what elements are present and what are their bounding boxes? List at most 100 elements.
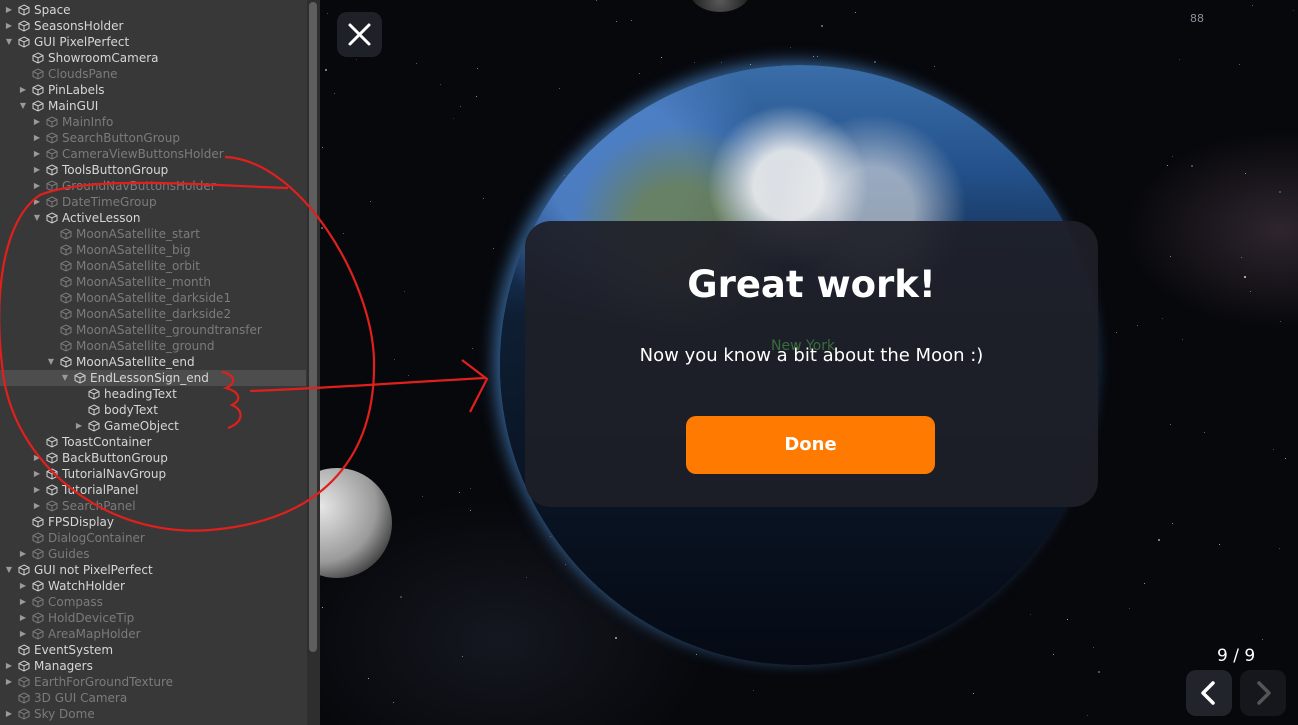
hierarchy-item[interactable]: MoonASatellite_orbit — [0, 258, 306, 274]
hierarchy-item[interactable]: bodyText — [0, 402, 306, 418]
expand-right-icon[interactable]: ▶ — [18, 626, 28, 642]
hierarchy-item[interactable]: ▶ MainInfo — [0, 114, 306, 130]
hierarchy-item[interactable]: ▼ MoonASatellite_end — [0, 354, 306, 370]
hierarchy-item[interactable]: ▼ EndLessonSign_end — [0, 370, 306, 386]
expand-right-icon[interactable]: ▶ — [74, 418, 84, 434]
star — [1285, 458, 1286, 459]
hierarchy-item[interactable]: ▼ GUI PixelPerfect — [0, 34, 306, 50]
expand-right-icon[interactable]: ▶ — [32, 114, 42, 130]
expand-down-icon[interactable]: ▼ — [32, 210, 42, 226]
star — [1245, 173, 1246, 174]
expand-right-icon[interactable]: ▶ — [32, 482, 42, 498]
hierarchy-scrollbar-thumb[interactable] — [309, 2, 317, 652]
hierarchy-item[interactable]: MoonASatellite_groundtransfer — [0, 322, 306, 338]
hierarchy-item[interactable]: MoonASatellite_month — [0, 274, 306, 290]
done-button[interactable]: Done — [686, 416, 935, 474]
expand-right-icon[interactable]: ▶ — [32, 450, 42, 466]
hierarchy-item-label: CloudsPane — [48, 67, 118, 81]
expand-right-icon[interactable]: ▶ — [4, 706, 14, 722]
hierarchy-item[interactable]: ▼ MainGUI — [0, 98, 306, 114]
hierarchy-item[interactable]: ▶ AreaMapHolder — [0, 626, 306, 642]
expand-right-icon[interactable]: ▶ — [18, 82, 28, 98]
hierarchy-item[interactable]: ▶ EarthForGroundTexture — [0, 674, 306, 690]
expand-down-icon[interactable]: ▼ — [60, 370, 70, 386]
gameobject-cube-icon — [46, 436, 58, 448]
star — [1191, 165, 1193, 167]
star — [334, 93, 335, 94]
expand-down-icon[interactable]: ▼ — [4, 34, 14, 50]
hierarchy-item[interactable]: ▶ Managers — [0, 658, 306, 674]
hierarchy-item[interactable]: ▼ ActiveLesson — [0, 210, 306, 226]
hierarchy-item[interactable]: ▶ Sky Dome — [0, 706, 306, 722]
gameobject-cube-icon — [32, 52, 44, 64]
star — [1030, 614, 1031, 615]
star — [1172, 523, 1173, 524]
expand-right-icon[interactable]: ▶ — [18, 546, 28, 562]
expand-right-icon[interactable]: ▶ — [4, 674, 14, 690]
star — [565, 564, 566, 565]
hierarchy-item[interactable]: ▶ CameraViewButtonsHolder — [0, 146, 306, 162]
hierarchy-item-label: FPSDisplay — [48, 515, 114, 529]
hierarchy-item[interactable]: ▶ TutorialPanel — [0, 482, 306, 498]
hierarchy-item[interactable]: EventSystem — [0, 642, 306, 658]
hierarchy-item[interactable]: ▶ DateTimeGroup — [0, 194, 306, 210]
gameobject-cube-icon — [32, 580, 44, 592]
hierarchy-item[interactable]: ShowroomCamera — [0, 50, 306, 66]
hierarchy-item[interactable]: 3D GUI Camera — [0, 690, 306, 706]
star — [1280, 321, 1281, 322]
hierarchy-item[interactable]: FPSDisplay — [0, 514, 306, 530]
moon-top-partial — [690, 0, 750, 12]
hierarchy-item[interactable]: MoonASatellite_big — [0, 242, 306, 258]
hierarchy-item[interactable]: ▶ SeasonsHolder — [0, 18, 306, 34]
expand-right-icon[interactable]: ▶ — [18, 594, 28, 610]
end-lesson-dialog: New York Great work! Now you know a bit … — [525, 221, 1098, 507]
hierarchy-item[interactable]: MoonASatellite_darkside2 — [0, 306, 306, 322]
star — [477, 68, 478, 69]
expand-right-icon[interactable]: ▶ — [4, 2, 14, 18]
hierarchy-item[interactable]: ▶ TutorialNavGroup — [0, 466, 306, 482]
hierarchy-item[interactable]: ▶ GroundNavButtonsHolder — [0, 178, 306, 194]
hierarchy-item[interactable]: ▶ Space — [0, 2, 306, 18]
star — [934, 66, 935, 67]
hierarchy-item[interactable]: headingText — [0, 386, 306, 402]
hierarchy-item-label: PinLabels — [48, 83, 105, 97]
expand-down-icon[interactable]: ▼ — [18, 98, 28, 114]
close-button[interactable] — [337, 12, 382, 57]
expand-right-icon[interactable]: ▶ — [32, 162, 42, 178]
gameobject-cube-icon — [18, 676, 30, 688]
hierarchy-item[interactable]: ▶ HoldDeviceTip — [0, 610, 306, 626]
expand-right-icon[interactable]: ▶ — [32, 194, 42, 210]
hierarchy-item[interactable]: ▼ GUI not PixelPerfect — [0, 562, 306, 578]
star — [474, 404, 475, 405]
hierarchy-item[interactable]: ▶ WatchHolder — [0, 578, 306, 594]
hierarchy-item[interactable]: MoonASatellite_ground — [0, 338, 306, 354]
expand-down-icon[interactable]: ▼ — [46, 354, 56, 370]
hierarchy-item[interactable]: MoonASatellite_start — [0, 226, 306, 242]
expand-right-icon[interactable]: ▶ — [32, 498, 42, 514]
hierarchy-item[interactable]: ToastContainer — [0, 434, 306, 450]
previous-button[interactable] — [1186, 670, 1232, 716]
expand-right-icon[interactable]: ▶ — [4, 18, 14, 34]
expand-right-icon[interactable]: ▶ — [32, 178, 42, 194]
hierarchy-item[interactable]: ▶ PinLabels — [0, 82, 306, 98]
hierarchy-item[interactable]: ▶ SearchButtonGroup — [0, 130, 306, 146]
expand-right-icon[interactable]: ▶ — [18, 578, 28, 594]
expand-right-icon[interactable]: ▶ — [32, 466, 42, 482]
hierarchy-item[interactable]: CloudsPane — [0, 66, 306, 82]
hierarchy-item[interactable]: ▶ BackButtonGroup — [0, 450, 306, 466]
next-button[interactable] — [1240, 670, 1286, 716]
expand-right-icon[interactable]: ▶ — [32, 146, 42, 162]
expand-right-icon[interactable]: ▶ — [32, 130, 42, 146]
hierarchy-item[interactable]: ▶ Compass — [0, 594, 306, 610]
hierarchy-item[interactable]: ▶ SearchPanel — [0, 498, 306, 514]
hierarchy-item[interactable]: ▶ GameObject — [0, 418, 306, 434]
hierarchy-item[interactable]: ▶ ToolsButtonGroup — [0, 162, 306, 178]
hierarchy-item[interactable]: DialogContainer — [0, 530, 306, 546]
hierarchy-scrollbar[interactable] — [307, 0, 320, 725]
hierarchy-item[interactable]: ▶ Guides — [0, 546, 306, 562]
hierarchy-item[interactable]: MoonASatellite_darkside1 — [0, 290, 306, 306]
expand-right-icon[interactable]: ▶ — [4, 658, 14, 674]
dialog-body-text: Now you know a bit about the Moon :) — [639, 345, 984, 366]
expand-right-icon[interactable]: ▶ — [18, 610, 28, 626]
expand-down-icon[interactable]: ▼ — [4, 562, 14, 578]
